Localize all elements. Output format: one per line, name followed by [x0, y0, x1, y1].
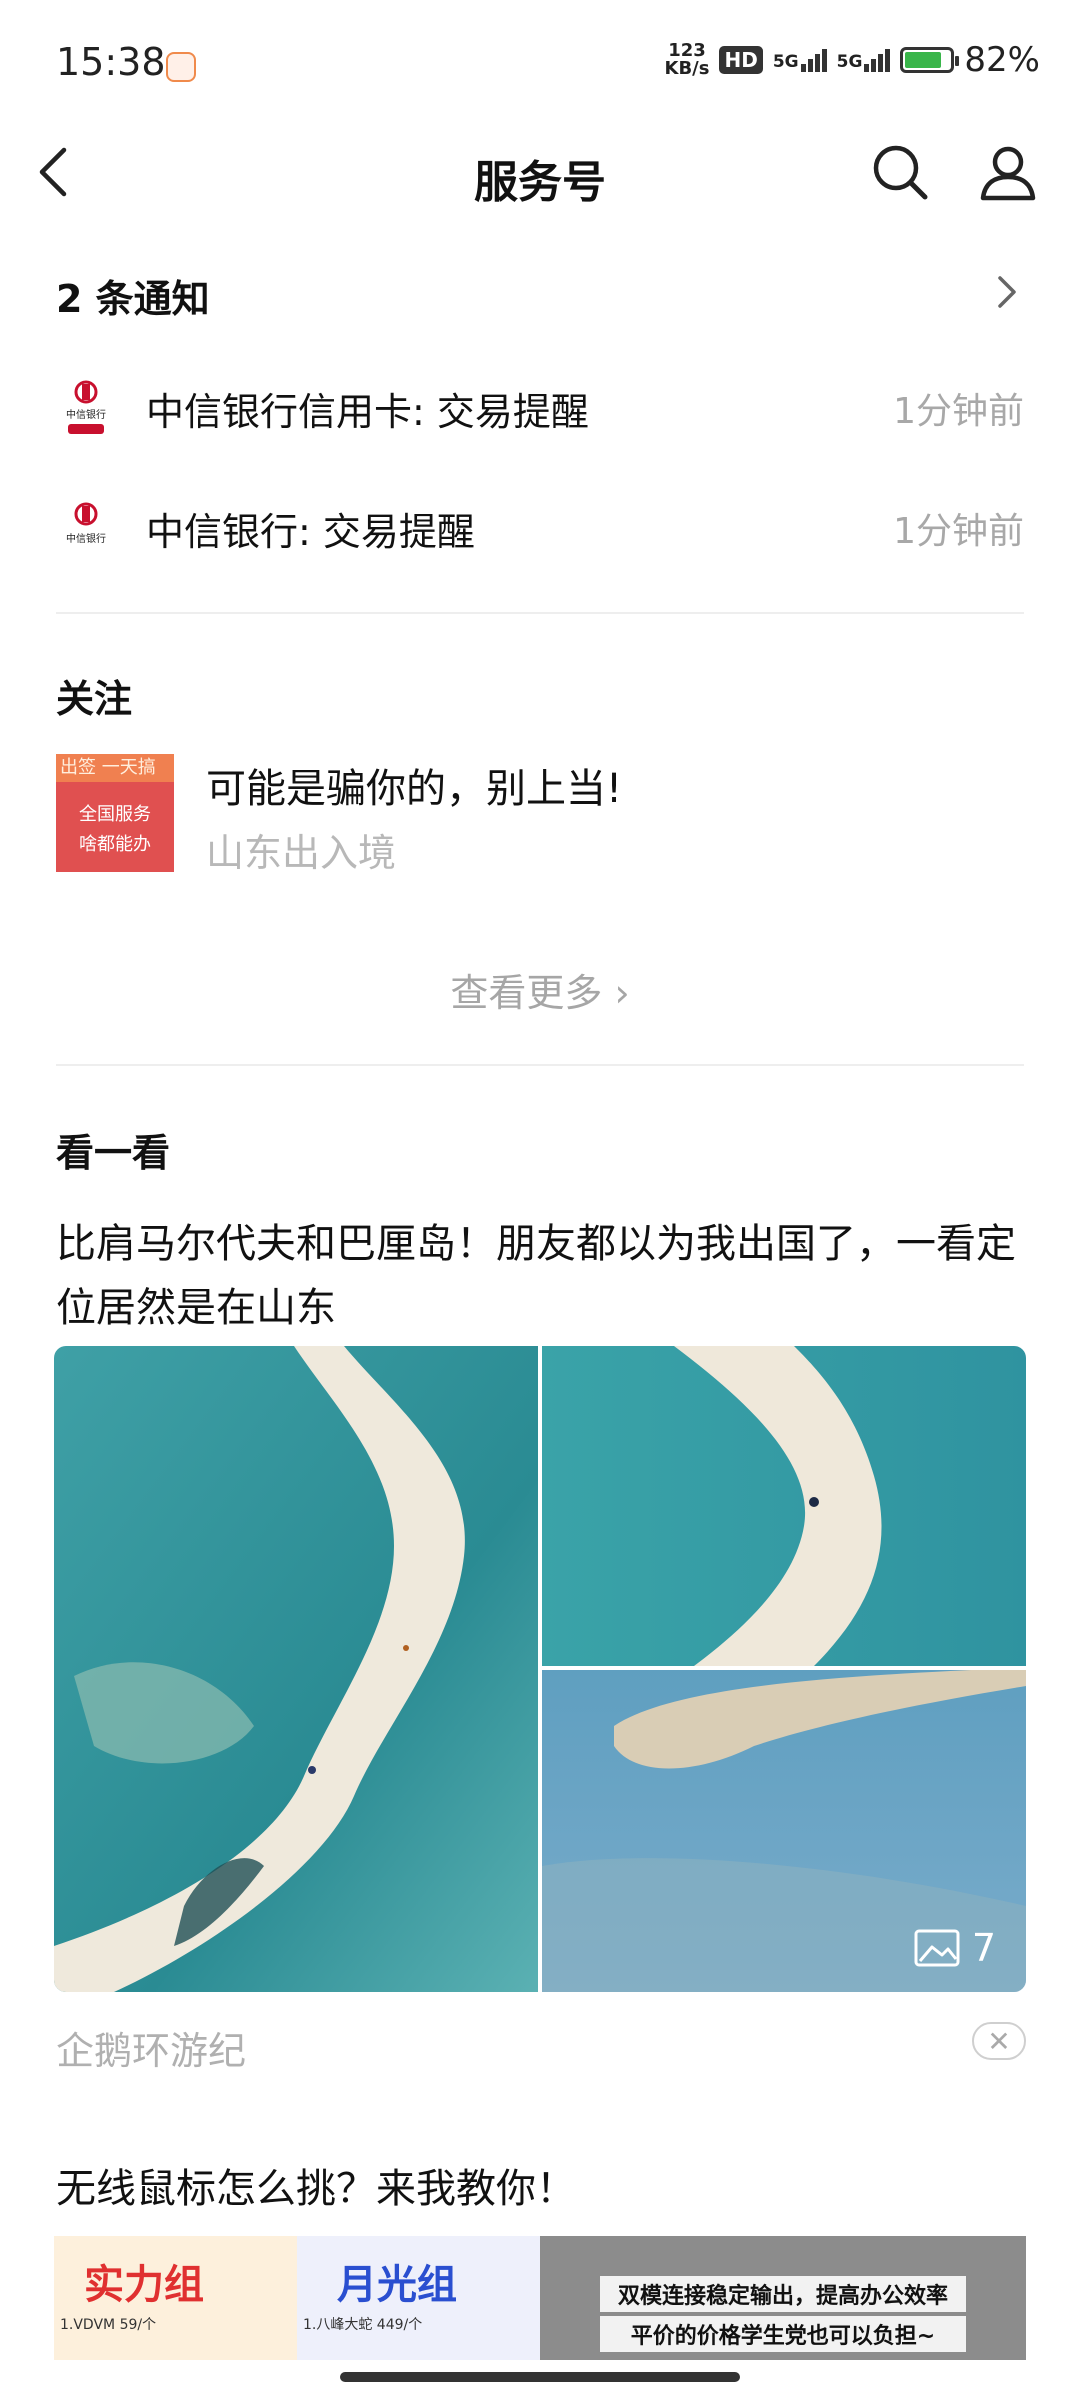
strip-b-heading: 月光组 — [337, 2262, 457, 2308]
dismiss-button[interactable]: ✕ — [972, 2022, 1026, 2060]
sim2-label: 5G — [836, 51, 863, 72]
notification-time: 1分钟前 — [893, 511, 1024, 552]
article-title[interactable]: 比肩马尔代夫和巴厘岛！朋友都以为我出国了，一看定位居然是在山东 — [56, 1212, 1026, 1340]
image-icon — [914, 1929, 960, 1967]
following-thumbnail[interactable]: 出签 一天搞 全国服务 啥都能办 — [56, 754, 174, 872]
thumbnail-top-text: 出签 一天搞 — [56, 754, 174, 782]
strip-b-caption: 1.八峰大蛇 449/个 — [303, 2317, 423, 2333]
following-header: 关注 — [56, 677, 133, 721]
battery-icon — [900, 47, 960, 73]
article-title[interactable]: 无线鼠标怎么挑？来我教你！ — [56, 2156, 576, 2214]
citic-bank-logo: 中信银行 — [56, 498, 116, 558]
strip-a-heading: 实力组 — [84, 2262, 204, 2308]
image-count: 7 — [971, 1926, 996, 1970]
see-more-link[interactable]: 查看更多 › — [0, 962, 1080, 1017]
notifications-header[interactable]: 2 条通知 — [56, 268, 210, 323]
sim1-label: 5G — [772, 51, 799, 72]
strip-c-line: 平价的价格学生党也可以负担~ — [600, 2316, 966, 2352]
close-icon: ✕ — [987, 2024, 1011, 2058]
hd-icon: HD — [719, 46, 763, 74]
following-item-title[interactable]: 可能是骗你的，别上当! — [206, 756, 622, 814]
notification-item[interactable]: 中信银行 中信银行: 交易提醒 1分钟前 — [56, 488, 1024, 568]
strip-a-caption: 1.VDVM 59/个 — [60, 2317, 157, 2333]
status-indicators: 123 KB/s HD 5G 5G 82% — [665, 40, 1040, 80]
article-image-strip[interactable]: 实力组 1.VDVM 59/个 月光组 1.八峰大蛇 449/个 双模连接稳定输… — [54, 2236, 1026, 2360]
notification-text: 中信银行: 交易提醒 — [146, 509, 475, 554]
app-notification-icon — [166, 52, 196, 82]
citic-logo-label: 中信银行 — [66, 408, 106, 421]
home-indicator[interactable] — [340, 2372, 740, 2382]
strip-image-b: 月光组 1.八峰大蛇 449/个 — [297, 2236, 540, 2360]
search-icon[interactable] — [870, 142, 930, 202]
strip-image-a: 实力组 1.VDVM 59/个 — [54, 2236, 297, 2360]
status-time: 15:38 — [56, 40, 166, 84]
strip-c-line: 双模连接稳定输出，提高办公效率 — [600, 2276, 966, 2312]
user-profile-icon[interactable] — [978, 142, 1038, 202]
signal-sim1-icon: 5G — [772, 48, 827, 72]
divider — [56, 612, 1024, 614]
notification-text: 中信银行信用卡: 交易提醒 — [146, 389, 589, 434]
network-speed: 123 KB/s — [665, 42, 710, 78]
article-image-gallery[interactable]: 7 — [54, 1346, 1026, 1992]
article-source[interactable]: 企鹅环游纪 — [56, 2020, 246, 2075]
network-speed-unit: KB/s — [664, 58, 710, 79]
citic-bank-logo: 中信银行 — [56, 378, 116, 438]
signal-sim2-icon: 5G — [836, 48, 891, 72]
citic-logo-label: 中信银行 — [66, 532, 106, 545]
chevron-right-icon[interactable] — [992, 272, 1020, 312]
strip-image-c: 双模连接稳定输出，提高办公效率 平价的价格学生党也可以负担~ — [540, 2236, 1026, 2360]
notification-item[interactable]: 中信银行 中信银行信用卡: 交易提醒 1分钟前 — [56, 368, 1024, 448]
divider — [56, 1064, 1024, 1066]
thumbnail-line: 啥都能办 — [79, 834, 151, 855]
battery-percent: 82% — [964, 40, 1040, 80]
notification-time: 1分钟前 — [893, 391, 1024, 432]
thumbnail-line: 全国服务 — [79, 804, 151, 825]
discover-header: 看一看 — [56, 1131, 171, 1175]
following-item-source: 山东出入境 — [206, 831, 397, 875]
image-count-badge: 7 — [914, 1926, 996, 1970]
beach-photos — [54, 1346, 1026, 1992]
